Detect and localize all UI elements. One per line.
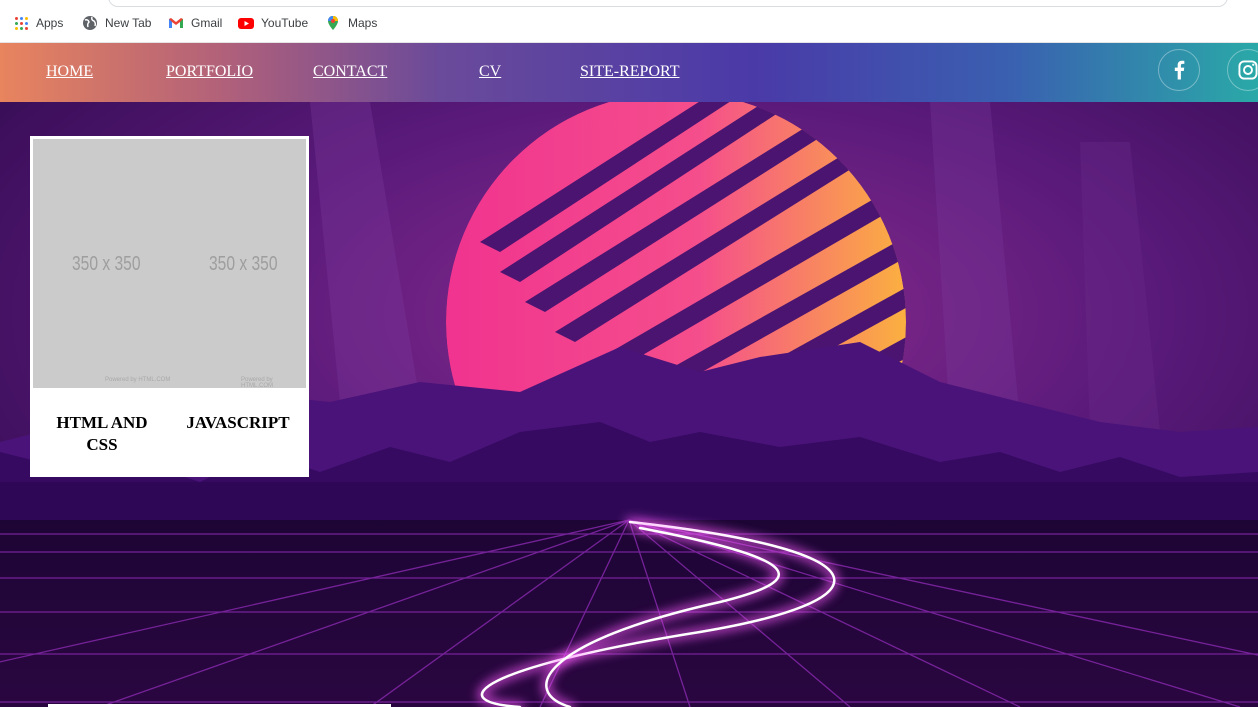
bookmark-youtube[interactable]: YouTube	[238, 14, 308, 32]
facebook-button[interactable]	[1158, 49, 1200, 91]
nav-cv-link[interactable]: CV	[479, 63, 501, 81]
bookmark-apps[interactable]: Apps	[14, 14, 63, 32]
apps-grid-icon	[15, 17, 28, 30]
portfolio-card[interactable]: 350 x 350 350 x 350 Powered by HTML.COM …	[30, 136, 309, 477]
globe-icon	[83, 16, 97, 30]
instagram-button[interactable]	[1227, 49, 1258, 91]
gmail-icon	[169, 18, 183, 28]
maps-pin-icon	[328, 16, 338, 30]
placeholder-size-left: 350 x 350	[72, 253, 141, 275]
bookmark-new-tab[interactable]: New Tab	[82, 14, 151, 32]
project-html-css-label[interactable]: HTML AND CSS	[42, 412, 162, 456]
address-bar-edge[interactable]	[108, 0, 1228, 7]
facebook-icon	[1174, 60, 1185, 80]
bookmarks-bar: Apps New Tab Gmail YouTube Maps	[0, 0, 1258, 43]
placeholder-credit-left: Powered by HTML.COM	[105, 377, 171, 383]
bookmark-label: New Tab	[105, 16, 152, 30]
nav-contact-link[interactable]: CONTACT	[313, 63, 387, 81]
bookmark-label: Apps	[36, 16, 64, 30]
placeholder-image: 350 x 350 350 x 350 Powered by HTML.COM …	[33, 139, 306, 388]
site-navbar: HOME PORTFOLIO CONTACT CV SITE-REPORT	[0, 43, 1258, 102]
placeholder-size-right: 350 x 350	[209, 253, 278, 275]
bookmark-label: Maps	[348, 16, 378, 30]
bookmark-maps[interactable]: Maps	[325, 14, 377, 32]
nav-portfolio-link[interactable]: PORTFOLIO	[166, 63, 253, 81]
bookmark-gmail[interactable]: Gmail	[168, 14, 222, 32]
bookmark-label: Gmail	[191, 16, 223, 30]
youtube-icon	[238, 18, 254, 29]
project-javascript-label[interactable]: JAVASCRIPT	[176, 412, 300, 434]
instagram-icon	[1238, 60, 1258, 80]
nav-site-report-link[interactable]: SITE-REPORT	[580, 63, 679, 81]
bookmark-label: YouTube	[261, 16, 309, 30]
placeholder-credit-right: Powered by HTML.COM	[241, 377, 273, 388]
nav-home-link[interactable]: HOME	[46, 63, 93, 81]
